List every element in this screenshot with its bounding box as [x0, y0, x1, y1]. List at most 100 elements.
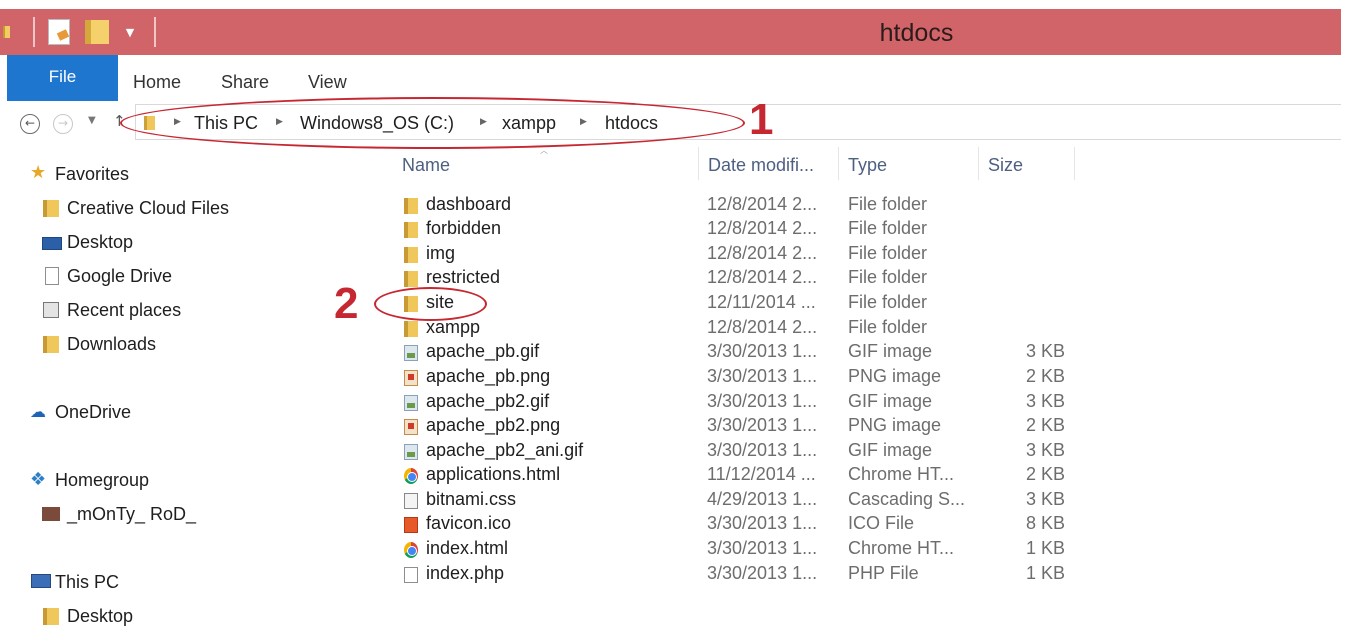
file-type: PHP File: [848, 563, 919, 583]
file-name: apache_pb2.png: [426, 415, 561, 435]
column-header-type[interactable]: Type: [848, 155, 887, 176]
file-name: dashboard: [426, 194, 512, 214]
file-size: 2 KB: [1025, 366, 1065, 386]
ribbon: File Home Share View: [0, 55, 1341, 103]
tab-file[interactable]: File: [7, 55, 118, 101]
nav-item-desktop[interactable]: Desktop: [67, 232, 133, 253]
nav-item-creative-cloud-files[interactable]: Creative Cloud Files: [67, 198, 229, 219]
png-image-icon: [404, 370, 418, 386]
file-date-modified: 12/8/2014 2...: [707, 194, 818, 214]
tab-share[interactable]: Share: [221, 72, 269, 93]
back-icon[interactable]: ←: [20, 114, 40, 134]
nav-onedrive[interactable]: OneDrive: [55, 402, 131, 423]
file-row-apache-pb-png[interactable]: apache_pb.png 3/30/2013 1... PNG image 2…: [400, 366, 1080, 391]
homegroup-icon: ❖: [30, 469, 47, 490]
forward-icon[interactable]: →: [53, 114, 73, 134]
file-row-site[interactable]: site 12/11/2014 ... File folder: [400, 292, 1080, 317]
downloads-folder-icon: [43, 336, 59, 353]
file-type: Cascading S...: [848, 489, 966, 509]
file-name: apache_pb.gif: [426, 341, 540, 361]
file-type: GIF image: [848, 440, 933, 460]
gif-image-icon: [404, 395, 418, 411]
file-name: img: [426, 243, 456, 263]
tab-home[interactable]: Home: [133, 72, 181, 93]
file-type: PNG image: [848, 366, 942, 386]
tab-view[interactable]: View: [308, 72, 347, 93]
file-type: File folder: [848, 317, 928, 337]
file-row-img[interactable]: img 12/8/2014 2... File folder: [400, 243, 1080, 268]
desktop-folder-icon: [43, 608, 59, 625]
file-date-modified: 3/30/2013 1...: [707, 513, 818, 533]
nav-favorites[interactable]: Favorites: [55, 164, 129, 185]
file-name: forbidden: [426, 218, 502, 238]
file-date-modified: 3/30/2013 1...: [707, 391, 818, 411]
nav-item-homegroup-user[interactable]: _mOnTy_ RoD_: [67, 504, 196, 525]
file-row-apache-pb2-ani-gif[interactable]: apache_pb2_ani.gif 3/30/2013 1... GIF im…: [400, 440, 1080, 465]
column-divider[interactable]: [698, 147, 699, 180]
file-date-modified: 3/30/2013 1...: [707, 563, 818, 583]
column-divider[interactable]: [1074, 147, 1075, 180]
file-date-modified: 3/30/2013 1...: [707, 538, 818, 558]
file-size: 3 KB: [1025, 391, 1065, 411]
file-size: 3 KB: [1025, 489, 1065, 509]
onedrive-cloud-icon: ☁: [30, 402, 46, 421]
file-row-bitnami-css[interactable]: bitnami.css 4/29/2013 1... Cascading S..…: [400, 489, 1080, 514]
file-row-favicon-ico[interactable]: favicon.ico 3/30/2013 1... ICO File 8 KB: [400, 513, 1080, 538]
ico-file-icon: [404, 517, 418, 533]
file-name: apache_pb2.gif: [426, 391, 550, 411]
navigation-pane: ★ Favorites Creative Cloud Files Desktop…: [0, 148, 375, 626]
file-row-index-html[interactable]: index.html 3/30/2013 1... Chrome HT... 1…: [400, 538, 1080, 563]
file-row-apache-pb2-gif[interactable]: apache_pb2.gif 3/30/2013 1... GIF image …: [400, 391, 1080, 416]
nav-item-downloads[interactable]: Downloads: [67, 334, 156, 355]
file-type: File folder: [848, 267, 928, 287]
file-size: 1 KB: [1025, 538, 1065, 558]
file-row-dashboard[interactable]: dashboard 12/8/2014 2... File folder: [400, 194, 1080, 219]
file-row-index-php[interactable]: index.php 3/30/2013 1... PHP File 1 KB: [400, 563, 1080, 588]
file-type: File folder: [848, 292, 928, 312]
annotation-circle-site-folder: [374, 287, 487, 321]
gif-image-icon: [404, 345, 418, 361]
file-date-modified: 3/30/2013 1...: [707, 415, 818, 435]
this-pc-icon: [31, 574, 51, 588]
nav-item-recent-places[interactable]: Recent places: [67, 300, 181, 321]
file-size: 2 KB: [1025, 464, 1065, 484]
recent-locations-dropdown-icon[interactable]: ▼: [88, 115, 96, 126]
file-size: 3 KB: [1025, 440, 1065, 460]
folder-icon: [404, 247, 418, 263]
google-drive-icon: [45, 267, 59, 285]
column-header-name[interactable]: Name: [402, 155, 450, 176]
file-name: index.html: [426, 538, 509, 558]
nav-item-google-drive[interactable]: Google Drive: [67, 266, 172, 287]
file-name: index.php: [426, 563, 505, 583]
chrome-icon: [404, 468, 418, 484]
nav-item-thispc-desktop[interactable]: Desktop: [67, 606, 133, 626]
file-size: 1 KB: [1025, 563, 1065, 583]
chrome-icon: [404, 542, 418, 558]
nav-this-pc[interactable]: This PC: [55, 572, 119, 593]
star-icon: ★: [30, 162, 47, 183]
column-divider[interactable]: [978, 147, 979, 180]
file-row-restricted[interactable]: restricted 12/8/2014 2... File folder: [400, 267, 1080, 292]
file-row-apache-pb-gif[interactable]: apache_pb.gif 3/30/2013 1... GIF image 3…: [400, 341, 1080, 366]
file-name: bitnami.css: [426, 489, 517, 509]
file-row-forbidden[interactable]: forbidden 12/8/2014 2... File folder: [400, 218, 1080, 243]
column-header-date-modified[interactable]: Date modifi...: [708, 155, 814, 176]
column-divider[interactable]: [838, 147, 839, 180]
column-header-size[interactable]: Size: [988, 155, 1023, 176]
title-bar: ▼ htdocs: [0, 9, 1341, 55]
annotation-marker-2: 2: [334, 279, 359, 328]
file-row-applications-html[interactable]: applications.html 11/12/2014 ... Chrome …: [400, 464, 1080, 489]
folder-icon: [404, 198, 418, 214]
file-type: File folder: [848, 218, 928, 238]
file-row-apache-pb2-png[interactable]: apache_pb2.png 3/30/2013 1... PNG image …: [400, 415, 1080, 440]
file-type: File folder: [848, 194, 928, 214]
file-name: restricted: [426, 267, 501, 287]
file-name: apache_pb.png: [426, 366, 551, 386]
nav-homegroup[interactable]: Homegroup: [55, 470, 149, 491]
file-date-modified: 3/30/2013 1...: [707, 440, 818, 460]
css-file-icon: [404, 493, 418, 509]
user-avatar: [42, 507, 60, 521]
file-row-xampp[interactable]: xampp 12/8/2014 2... File folder: [400, 317, 1080, 342]
file-date-modified: 12/11/2014 ...: [707, 292, 816, 312]
file-type: Chrome HT...: [848, 464, 955, 484]
